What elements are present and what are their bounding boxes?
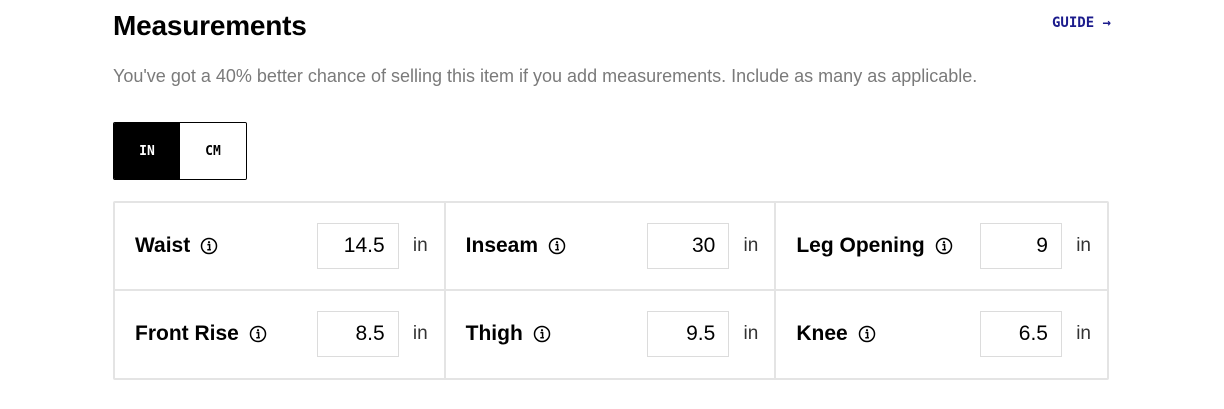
page-title: Measurements [113,10,307,41]
inseam-input[interactable] [647,222,730,269]
waist-input[interactable] [316,222,399,269]
guide-link[interactable]: GUIDE → [1052,15,1111,31]
knee-unit: in [1076,323,1091,345]
measurements-hint: You've got a 40% better chance of sellin… [113,66,978,86]
measurement-cell-knee: Knee in [776,291,1107,379]
info-icon[interactable] [200,237,218,255]
unit-option-cm[interactable]: CM [180,123,246,179]
measurement-label-inseam: Inseam [465,233,539,257]
inseam-unit: in [743,234,759,256]
measurement-label-thigh: Thigh [465,322,523,346]
measurement-cell-inseam: Inseam in [445,203,777,291]
leg-opening-input[interactable] [979,222,1062,269]
measurements-grid: Waist in Inseam in Leg Opening in F [113,201,1109,380]
measurement-cell-thigh: Thigh in [446,290,777,378]
knee-input[interactable] [979,311,1062,358]
thigh-input[interactable] [647,311,730,358]
info-icon[interactable] [548,237,566,255]
front-rise-input[interactable] [316,311,399,358]
unit-option-in[interactable]: IN [114,123,180,179]
measurement-label-waist: Waist [135,233,191,257]
waist-unit: in [412,234,428,256]
thigh-unit: in [743,323,759,345]
measurement-cell-leg-opening: Leg Opening in [776,203,1107,291]
measurement-cell-front-rise: Front Rise in [115,290,446,378]
info-icon[interactable] [858,325,876,343]
measurement-label-front-rise: Front Rise [135,322,239,346]
unit-toggle: IN CM [113,122,247,180]
info-icon[interactable] [249,325,267,343]
info-icon[interactable] [935,237,953,255]
info-icon[interactable] [533,325,551,343]
leg-opening-unit: in [1076,234,1091,256]
measurement-label-knee: Knee [796,322,848,346]
measurement-cell-waist: Waist in [115,203,446,291]
measurement-label-leg-opening: Leg Opening [796,233,925,257]
front-rise-unit: in [412,323,428,345]
